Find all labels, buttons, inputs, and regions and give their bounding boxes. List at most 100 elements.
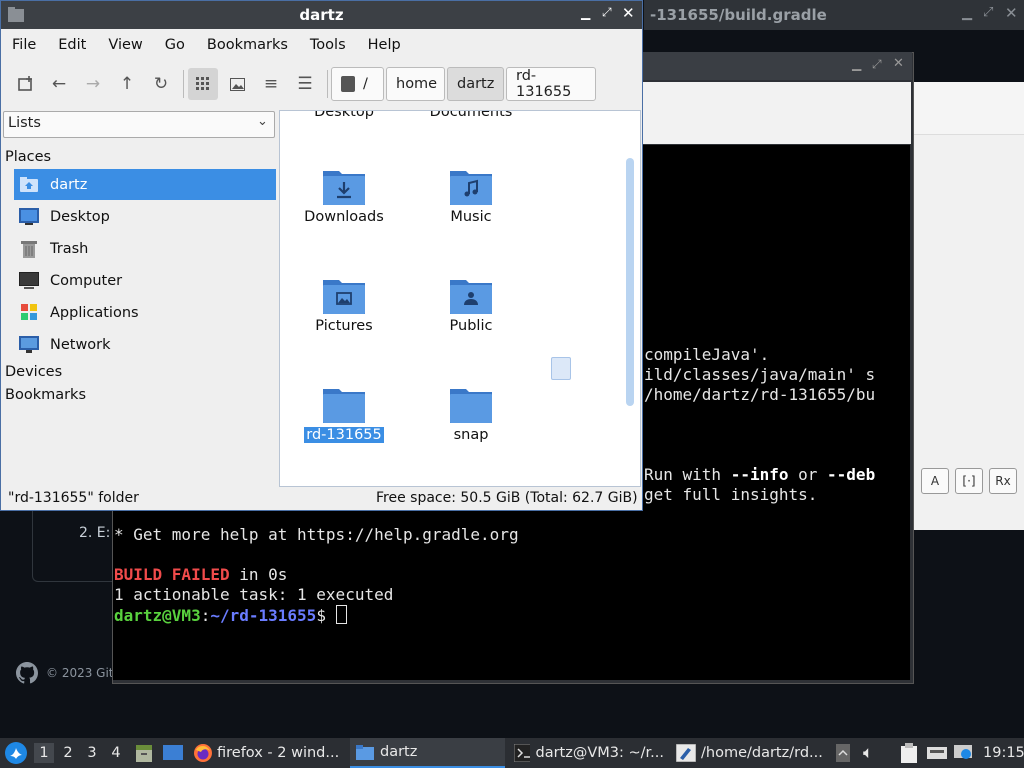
terminal-icon — [514, 744, 530, 762]
desktop-icon — [18, 207, 40, 227]
file-item-label: Public — [449, 318, 493, 334]
show-desktop-launcher[interactable] — [163, 738, 183, 768]
reload-icon[interactable]: ↻ — [146, 68, 176, 100]
file-cabinet-icon — [136, 745, 152, 762]
folder-icon — [323, 389, 365, 423]
file-view[interactable]: Desktop Documents Downloads Music Pictur… — [279, 110, 641, 487]
file-item-documents[interactable]: Documents — [416, 111, 526, 120]
devices-header[interactable]: Devices — [5, 364, 62, 380]
sidebar-item-label: dartz — [50, 176, 88, 193]
taskbar: 1 2 3 4 firefox - 2 wind... dartz dartz@… — [0, 738, 1024, 768]
task-terminal[interactable]: dartz@VM3: ~/r... — [514, 738, 664, 768]
breadcrumb-root[interactable]: / — [331, 67, 384, 101]
sidebar-item-desktop[interactable]: Desktop — [14, 201, 276, 232]
menubar: File Edit View Go Bookmarks Tools Help — [1, 30, 642, 60]
sidebar-item-dartz[interactable]: dartz — [14, 169, 276, 200]
folder-icon — [356, 745, 374, 760]
breadcrumb-dartz[interactable]: dartz — [447, 67, 504, 101]
clipboard-icon[interactable] — [900, 738, 918, 768]
task-text-editor[interactable]: /home/dartz/rd... — [676, 738, 826, 768]
task-firefox[interactable]: firefox - 2 wind... — [193, 738, 343, 768]
volume-icon[interactable]: 🔈︎ — [863, 738, 873, 768]
sidebar-item-network[interactable]: Network — [14, 329, 276, 360]
network-tray-shape — [954, 745, 972, 759]
menu-help[interactable]: Help — [357, 37, 412, 53]
terminal-cursor — [335, 605, 347, 624]
sidebar-item-computer[interactable]: Computer — [14, 265, 276, 296]
breadcrumb-rd-131655[interactable]: rd-131655 — [506, 67, 596, 101]
keyboard-shape — [927, 747, 947, 759]
rubber-band-selection — [551, 357, 571, 380]
sidebar-item-trash[interactable]: Trash — [14, 233, 276, 264]
file-manager-titlebar[interactable]: dartz ▁ ⤢ ✕ — [1, 1, 642, 29]
terminal-line-help: * Get more help at https://help.gradle.o… — [114, 525, 519, 544]
minimize-icon[interactable]: ▁ — [581, 6, 590, 20]
editor-title: -131655/build.gradle — [650, 6, 827, 24]
bookmarks-header[interactable]: Bookmarks — [5, 387, 86, 403]
desktop-icon — [163, 745, 183, 760]
lubuntu-logo-icon — [5, 742, 27, 764]
start-menu-button[interactable] — [4, 738, 28, 768]
new-tab-icon[interactable] — [11, 68, 41, 100]
editor-minimize-icon[interactable]: ▁ — [962, 6, 972, 21]
keyboard-layout-icon[interactable] — [927, 738, 947, 768]
file-item-rd-131655[interactable]: rd-131655 — [289, 385, 399, 443]
file-item-snap[interactable]: snap — [416, 385, 526, 443]
file-item-desktop[interactable]: Desktop — [289, 111, 399, 120]
vertical-scrollbar[interactable] — [626, 158, 634, 406]
terminal-minimize-icon[interactable]: ▁ — [852, 57, 861, 71]
detailed-list-view-icon[interactable]: ☰ — [290, 68, 320, 100]
workspace-3[interactable]: 3 — [82, 743, 102, 763]
forward-arrow-icon[interactable]: → — [78, 68, 108, 100]
network-status-icon[interactable] — [954, 738, 972, 768]
menu-tools[interactable]: Tools — [299, 37, 357, 53]
compact-view-icon[interactable]: ≡ — [256, 68, 286, 100]
sidebar-item-label: Desktop — [50, 208, 110, 225]
terminal-prompt: dartz@VM3:~/rd-131655$ — [114, 605, 347, 626]
file-item-music[interactable]: Music — [416, 167, 526, 225]
public-folder-icon — [450, 280, 492, 314]
terminal-maximize-icon[interactable]: ⤢ — [872, 57, 882, 72]
up-arrow-icon[interactable]: ↑ — [112, 68, 142, 100]
maximize-icon[interactable]: ⤢ — [602, 5, 612, 20]
file-item-downloads[interactable]: Downloads — [289, 167, 399, 225]
editor-bracket-button[interactable]: [·] — [955, 468, 983, 494]
menu-go[interactable]: Go — [154, 37, 196, 53]
breadcrumb-label: / — [363, 76, 368, 92]
close-icon[interactable]: ✕ — [622, 4, 635, 22]
menu-view[interactable]: View — [97, 37, 153, 53]
file-item-label: snap — [453, 427, 489, 443]
sidebar-item-label: Network — [50, 336, 111, 353]
sidebar-item-label: Applications — [50, 304, 139, 321]
sidebar-item-applications[interactable]: Applications — [14, 297, 276, 328]
terminal-close-icon[interactable]: ✕ — [893, 56, 904, 71]
editor-maximize-icon[interactable]: ⤢ — [983, 5, 993, 20]
task-label: /home/dartz/rd... — [701, 745, 823, 761]
folder-window-icon — [8, 7, 24, 22]
menu-file[interactable]: File — [1, 37, 47, 53]
editor-regex-button[interactable]: Rx — [989, 468, 1017, 494]
thumbnail-view-icon[interactable] — [222, 68, 252, 100]
toolbar: ← → ↑ ↻ ≡ ☰ / home dartz rd-131655 — [1, 62, 642, 106]
menu-edit[interactable]: Edit — [47, 37, 97, 53]
computer-icon — [18, 271, 40, 291]
workspace-1[interactable]: 1 — [34, 743, 54, 763]
icon-view-icon[interactable] — [188, 68, 218, 100]
editor-close-icon[interactable]: ✕ — [1005, 4, 1018, 22]
task-dartz-file-manager[interactable]: dartz — [350, 738, 505, 768]
terminal-line-tasks: 1 actionable task: 1 executed — [114, 585, 394, 604]
trash-icon — [18, 239, 40, 259]
workspace-4[interactable]: 4 — [106, 743, 126, 763]
workspace-2[interactable]: 2 — [58, 743, 78, 763]
back-arrow-icon[interactable]: ← — [44, 68, 74, 100]
file-item-public[interactable]: Public — [416, 276, 526, 334]
file-item-pictures[interactable]: Pictures — [289, 276, 399, 334]
file-manager-launcher[interactable] — [134, 738, 154, 768]
tray-notifications[interactable] — [836, 738, 850, 768]
side-pane-mode-label: Lists — [8, 115, 41, 131]
menu-bookmarks[interactable]: Bookmarks — [196, 37, 299, 53]
editor-format-button[interactable]: A — [921, 468, 949, 494]
clock[interactable]: 19:15 — [983, 738, 1024, 768]
side-pane-mode-select[interactable] — [3, 111, 275, 138]
breadcrumb-home[interactable]: home — [386, 67, 445, 101]
